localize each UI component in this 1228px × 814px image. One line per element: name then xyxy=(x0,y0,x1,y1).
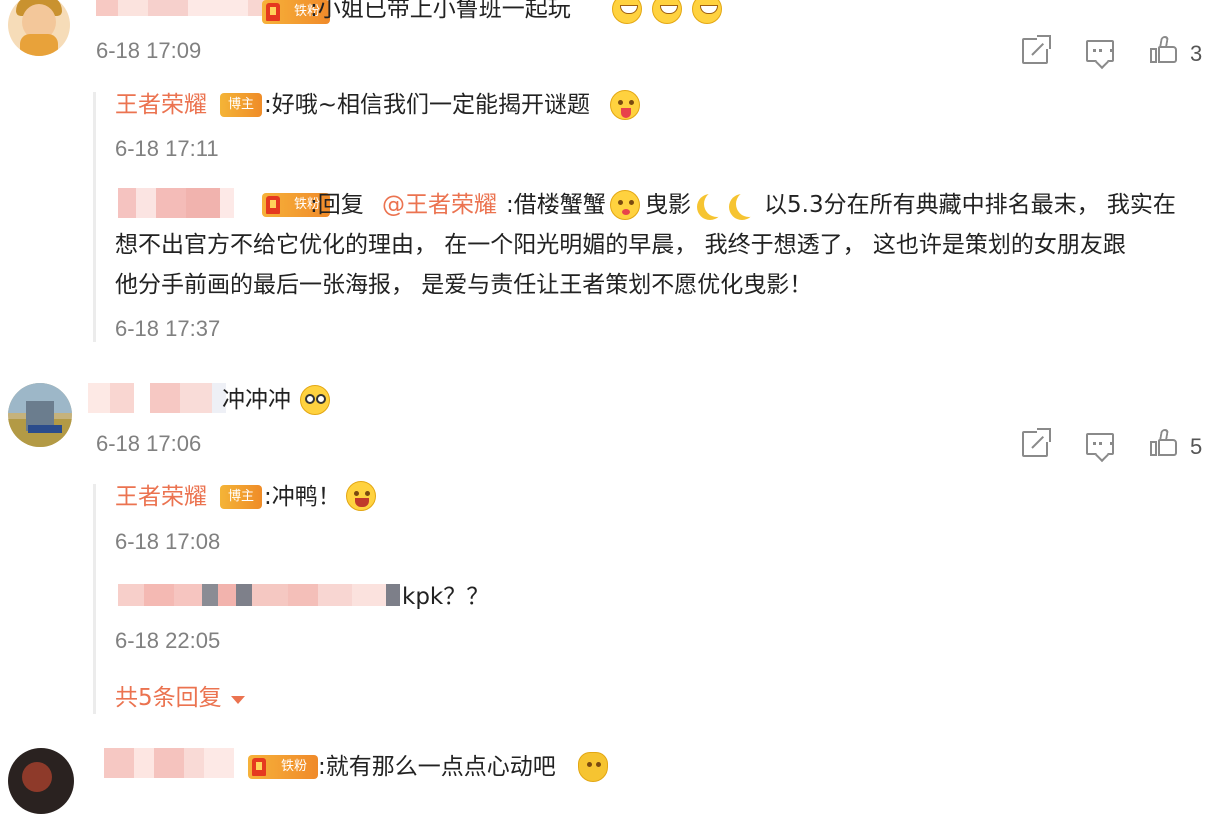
share-icon[interactable] xyxy=(1022,35,1051,64)
reply-text-line: 想不出官方不给它优化的理由， 在一个阳光明媚的早晨， 我终于想透了， 这也许是策… xyxy=(115,232,1126,258)
reply-text: kpk？？ xyxy=(402,584,490,610)
chevron-down-icon[interactable] xyxy=(231,696,245,704)
reply-text: :借楼蟹蟹 xyxy=(506,192,606,218)
comment-time: 6-18 17:09 xyxy=(96,38,202,63)
reply-text: :冲鸭！ xyxy=(264,484,341,510)
reply-time: 6-18 17:37 xyxy=(115,316,221,341)
fan-badge: 铁粉 xyxy=(248,755,318,779)
grin-emoji-icon xyxy=(692,0,722,24)
reply-text-line: 他分手前画的最后一张海报， 是爱与责任让王者策划不愿优化曳影！ xyxy=(115,272,813,298)
username-blurred[interactable] xyxy=(118,188,234,218)
username-blurred[interactable] xyxy=(88,383,226,413)
reply-text: 曳影 xyxy=(645,192,691,218)
reply-text: 以5.3分在所有典藏中排名最末， 我实在 xyxy=(764,192,1176,218)
reply-time: 6-18 17:08 xyxy=(115,529,221,554)
reply-prefix: :回复 xyxy=(310,192,364,218)
comment-text: :就有那么一点点心动吧 xyxy=(318,754,556,780)
excited-emoji-icon xyxy=(346,481,376,511)
tongue-emoji-icon xyxy=(610,90,640,120)
comment-time: 6-18 17:06 xyxy=(96,431,202,456)
owner-badge: 博主 xyxy=(220,485,262,509)
moon-emoji-icon xyxy=(736,191,762,217)
owner-badge: 博主 xyxy=(220,93,262,117)
grin-emoji-icon xyxy=(612,0,642,24)
reply-author[interactable]: 王者荣耀 xyxy=(115,90,207,120)
avatar[interactable] xyxy=(8,383,72,447)
avatar[interactable] xyxy=(8,748,74,814)
shy-emoji-icon xyxy=(578,752,608,782)
kiss-emoji-icon xyxy=(610,190,640,220)
reply-author[interactable]: 王者荣耀 xyxy=(115,482,207,512)
reply-time: 6-18 22:05 xyxy=(115,628,221,653)
reply-time: 6-18 17:11 xyxy=(115,136,219,161)
thumbs-up-icon[interactable] xyxy=(1150,36,1178,64)
grin-emoji-icon xyxy=(652,0,682,24)
avatar[interactable] xyxy=(8,0,70,56)
nerd-emoji-icon xyxy=(300,385,330,415)
like-count: 3 xyxy=(1190,41,1203,66)
share-icon[interactable] xyxy=(1022,428,1051,457)
reply-divider xyxy=(93,484,96,714)
thumbs-up-icon[interactable] xyxy=(1150,429,1178,457)
comment-icon[interactable] xyxy=(1086,40,1114,70)
more-replies-label[interactable]: 共5条回复 xyxy=(115,683,222,713)
reply-divider xyxy=(93,92,96,342)
moon-emoji-icon xyxy=(704,191,730,217)
comment-text: 冲冲冲 xyxy=(222,387,291,413)
comment-text: :小姐已带上小鲁班一起玩 xyxy=(310,0,571,22)
reply-text: :好哦~相信我们一定能揭开谜题 xyxy=(264,92,591,118)
like-count: 5 xyxy=(1190,434,1203,459)
mention-link[interactable]: @王者荣耀 xyxy=(382,190,497,220)
username-blurred[interactable] xyxy=(104,748,234,778)
comment-icon[interactable] xyxy=(1086,433,1114,463)
username-blurred[interactable] xyxy=(118,584,400,606)
